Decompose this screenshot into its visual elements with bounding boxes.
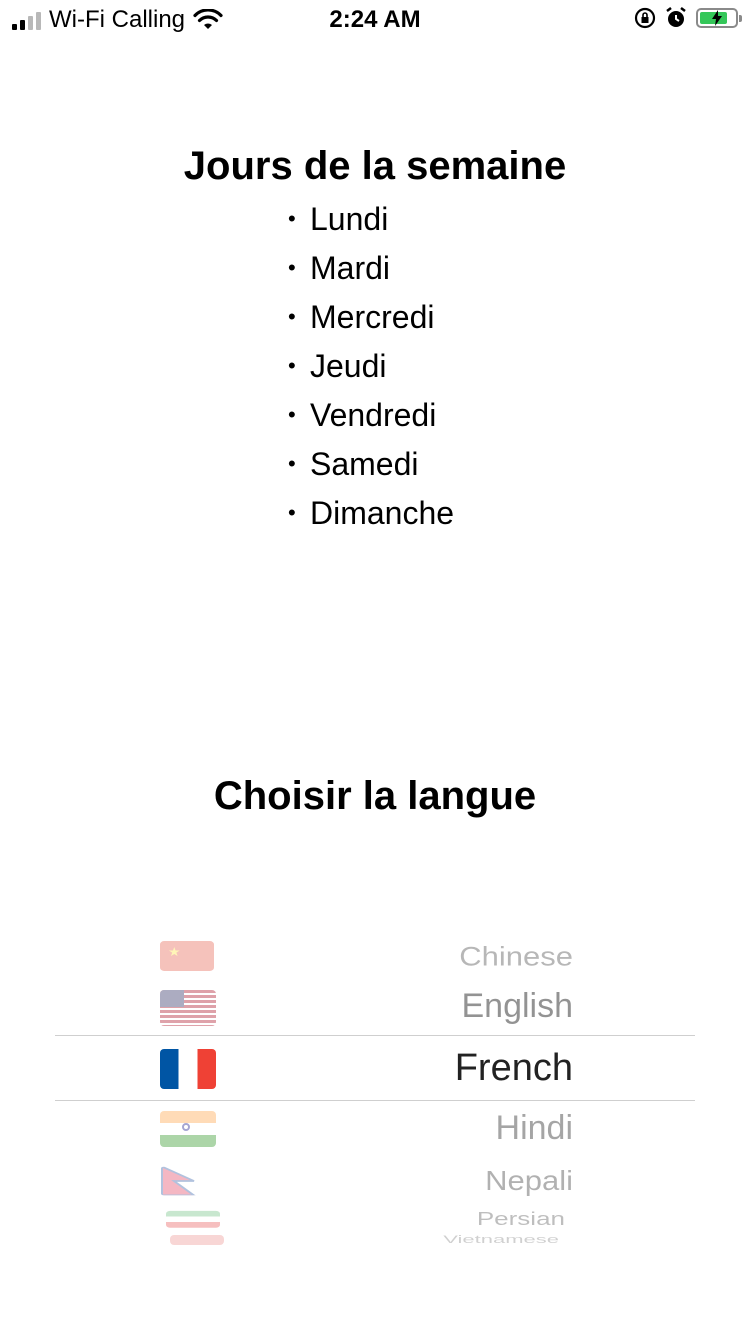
charging-bolt-icon [712,10,722,26]
picker-option-nepali[interactable]: Nepali [55,1163,695,1199]
list-item: • Dimanche [288,488,454,537]
list-item: • Mardi [288,243,454,292]
picker-option-chinese[interactable]: ★ Chinese [55,938,695,975]
language-title: Choisir la langue [213,774,537,818]
days-title: Jours de la semaine [183,144,567,188]
bullet-icon: • [288,254,296,280]
bullet-icon: • [288,401,296,427]
list-item: • Lundi [288,194,454,243]
bullet-icon: • [288,450,296,476]
picker-option-vietnamese[interactable]: Vietnamese [55,1233,695,1245]
china-flag-icon: ★ [160,941,214,971]
picker-selection-bottom-divider [55,1100,695,1101]
picker-selection-top-divider [55,1035,695,1036]
picker-option-french[interactable]: French [55,1043,695,1095]
list-item: • Samedi [288,439,454,488]
list-item: • Vendredi [288,390,454,439]
usa-flag-icon [160,990,216,1026]
bullet-icon: • [288,352,296,378]
battery-charging-icon [696,8,742,28]
orientation-lock-icon [634,7,656,29]
iran-flag-icon [166,1210,220,1228]
vietnam-flag-icon [170,1235,224,1245]
france-flag-icon [160,1049,216,1089]
india-flag-icon [160,1111,216,1147]
status-bar: Wi-Fi Calling 2:24 AM [0,0,750,40]
bullet-icon: • [288,499,296,525]
list-item: • Jeudi [288,341,454,390]
nepal-flag-icon [160,1166,200,1196]
alarm-icon [666,7,686,27]
bullet-icon: • [288,303,296,329]
picker-option-hindi[interactable]: Hindi [55,1107,695,1151]
picker-option-persian[interactable]: Persian [55,1208,695,1229]
status-bar-right [634,6,742,30]
list-item: • Mercredi [288,292,454,341]
bullet-icon: • [288,205,296,231]
language-picker[interactable]: ★ Chinese English French Hindi Nepali Pe… [55,925,695,1245]
days-list: • Lundi • Mardi • Mercredi • Jeudi • Vendredi… [288,194,454,537]
picker-option-english[interactable]: English [55,985,695,1029]
